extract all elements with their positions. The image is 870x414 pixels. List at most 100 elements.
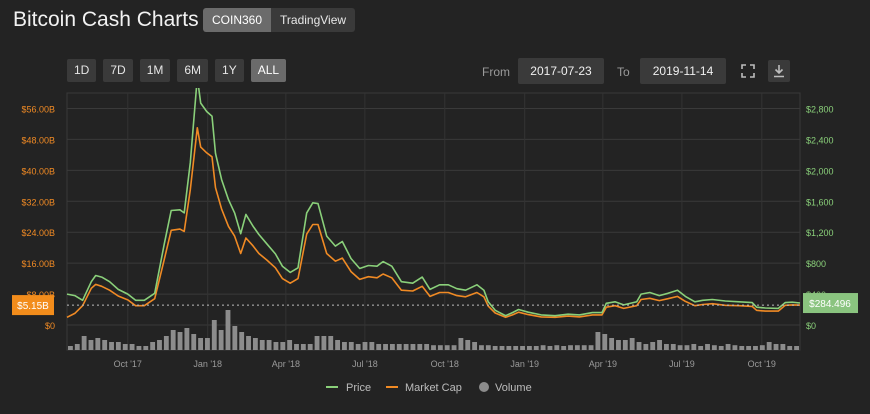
volume-bar bbox=[540, 345, 546, 350]
right-axis-tick-label: $0 bbox=[806, 321, 816, 331]
volume-bar bbox=[157, 340, 162, 350]
volume-bar bbox=[485, 345, 491, 350]
volume-bar bbox=[74, 344, 80, 350]
volume-bar bbox=[725, 344, 731, 350]
legend-item-price[interactable]: Price bbox=[326, 382, 371, 394]
left-axis-tick-label: $16.00B bbox=[21, 259, 55, 269]
volume-bar bbox=[273, 342, 279, 350]
fullscreen-icon[interactable] bbox=[737, 60, 759, 82]
source-toggle: COIN360 TradingView bbox=[203, 8, 356, 32]
volume-bar bbox=[629, 338, 635, 350]
volume-bar bbox=[670, 344, 676, 350]
volume-bar bbox=[684, 345, 690, 350]
volume-bar bbox=[451, 345, 457, 350]
volume-bar bbox=[259, 340, 265, 350]
volume-bar bbox=[115, 342, 121, 350]
volume-bar bbox=[355, 344, 361, 350]
range-1m-button[interactable]: 1M bbox=[139, 59, 171, 82]
right-axis-tick-label: $2,800 bbox=[806, 104, 834, 114]
range-all-button[interactable]: ALL bbox=[250, 59, 287, 82]
volume-bar bbox=[205, 338, 210, 350]
volume-bar bbox=[95, 338, 101, 350]
volume-bar bbox=[396, 344, 402, 350]
left-axis-tick-label: $24.00B bbox=[21, 228, 55, 238]
volume-bar bbox=[574, 345, 580, 350]
legend-volume-swatch bbox=[479, 382, 489, 392]
volume-bar bbox=[81, 336, 87, 350]
from-label: From bbox=[482, 65, 510, 79]
volume-bar bbox=[403, 344, 409, 350]
volume-bar bbox=[533, 346, 539, 350]
volume-bar bbox=[335, 340, 341, 350]
range-1y-button[interactable]: 1Y bbox=[215, 59, 244, 82]
volume-bar bbox=[561, 346, 567, 350]
from-date-input[interactable]: 2017-07-23 bbox=[518, 58, 604, 84]
volume-bar bbox=[759, 345, 765, 350]
volume-bar bbox=[513, 346, 519, 350]
volume-bar bbox=[294, 344, 299, 350]
x-axis-tick-label: Jul '19 bbox=[669, 359, 695, 369]
volume-bar bbox=[383, 344, 388, 350]
to-date-input[interactable]: 2019-11-14 bbox=[640, 58, 726, 84]
volume-bar bbox=[650, 342, 656, 350]
volume-bar bbox=[787, 346, 793, 350]
volume-bar bbox=[88, 340, 94, 350]
range-1d-button[interactable]: 1D bbox=[67, 59, 97, 82]
volume-bar bbox=[711, 345, 717, 350]
volume-bar bbox=[616, 340, 621, 350]
volume-bar bbox=[424, 344, 430, 350]
page-title: Bitcoin Cash Charts bbox=[13, 8, 199, 31]
volume-bar bbox=[225, 310, 231, 350]
volume-bar bbox=[698, 346, 704, 350]
volume-bar bbox=[389, 344, 395, 350]
volume-bar bbox=[622, 340, 628, 350]
volume-bar bbox=[280, 342, 286, 350]
left-axis-tick-label: $40.00B bbox=[21, 166, 55, 176]
volume-bar bbox=[581, 345, 587, 350]
volume-bar bbox=[348, 342, 354, 350]
x-axis-tick-label: Jan '19 bbox=[510, 359, 539, 369]
volume-bar bbox=[431, 345, 436, 350]
volume-bar bbox=[410, 344, 416, 350]
volume-bar bbox=[232, 326, 238, 350]
left-axis-tick-label: $0 bbox=[45, 321, 55, 331]
volume-bar bbox=[732, 345, 738, 350]
range-6m-button[interactable]: 6M bbox=[177, 59, 209, 82]
volume-bar bbox=[136, 346, 142, 350]
right-axis-tick-label: $1,200 bbox=[806, 228, 834, 238]
left-axis-tick-label: $56.00B bbox=[21, 104, 55, 114]
volume-bar bbox=[554, 345, 560, 350]
volume-bar bbox=[663, 344, 669, 350]
volume-bar bbox=[252, 338, 258, 350]
volume-bar bbox=[287, 340, 293, 350]
volume-bar bbox=[191, 334, 197, 350]
right-axis-tick-label: $2,400 bbox=[806, 135, 834, 145]
volume-bar bbox=[547, 346, 553, 350]
download-icon[interactable] bbox=[768, 60, 790, 82]
volume-bar bbox=[458, 338, 464, 350]
x-axis-tick-label: Apr '19 bbox=[589, 359, 617, 369]
volume-bar bbox=[102, 340, 108, 350]
volume-bar bbox=[506, 346, 512, 350]
volume-bar bbox=[376, 344, 382, 350]
price-line bbox=[66, 88, 801, 317]
range-7d-button[interactable]: 7D bbox=[103, 59, 133, 82]
source-coin360-button[interactable]: COIN360 bbox=[203, 8, 272, 32]
volume-bar bbox=[705, 344, 710, 350]
x-axis-tick-label: Jan '18 bbox=[193, 359, 222, 369]
source-tradingview-button[interactable]: TradingView bbox=[271, 8, 356, 32]
legend-item-volume[interactable]: Volume bbox=[479, 382, 532, 394]
legend-volume-label: Volume bbox=[495, 382, 532, 394]
volume-bar bbox=[773, 344, 779, 350]
volume-bar bbox=[342, 342, 347, 350]
volume-bar bbox=[300, 344, 306, 350]
legend-item-market-cap[interactable]: Market Cap bbox=[386, 382, 462, 394]
volume-bar bbox=[588, 345, 594, 350]
volume-bar bbox=[246, 336, 251, 350]
x-axis-tick-label: Jul '18 bbox=[352, 359, 378, 369]
volume-bar bbox=[177, 332, 183, 350]
volume-bar bbox=[492, 346, 498, 350]
volume-bar bbox=[314, 336, 320, 350]
volume-bar bbox=[636, 342, 642, 350]
to-label: To bbox=[617, 65, 630, 79]
